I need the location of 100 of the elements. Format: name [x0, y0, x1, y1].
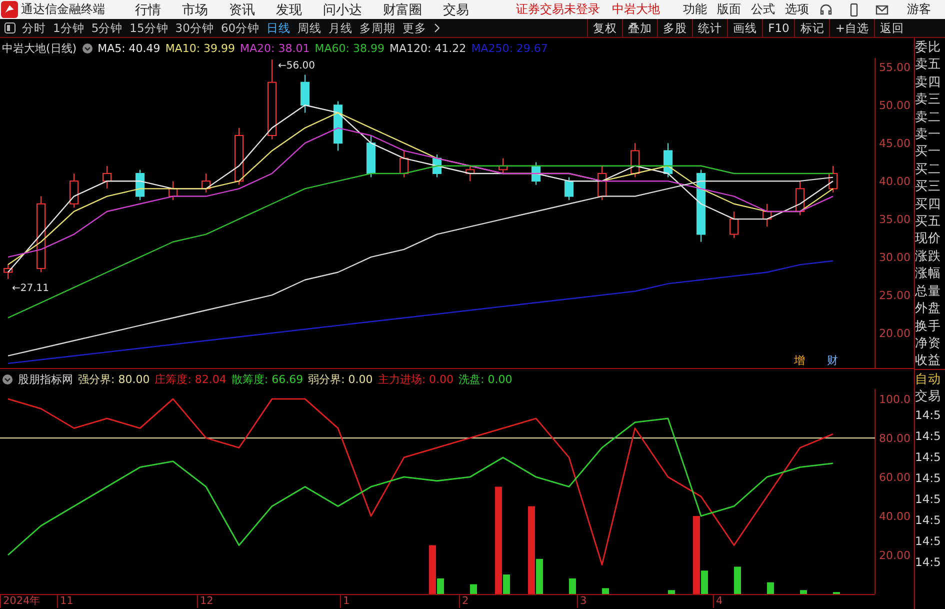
quote-label: 买五 [915, 212, 942, 230]
mail-icon[interactable] [875, 2, 889, 16]
date-axis-label: 12 [197, 595, 340, 608]
price-axis-label: 45.00 [879, 137, 910, 150]
quote-label: 收益 [915, 351, 942, 369]
menu-item[interactable]: 版面 [717, 1, 741, 18]
trade-time: 14:5 [915, 512, 942, 529]
candlestick [598, 165, 606, 201]
trade-time: 14:5 [915, 490, 942, 508]
indicator-axis-label: 60.00 [879, 470, 910, 484]
toolbar-button[interactable]: 叠加 [622, 19, 658, 37]
date-axis-label: 2 [459, 595, 577, 608]
toolbar-button[interactable]: 标记 [794, 19, 830, 37]
chevron-down-icon[interactable] [2, 374, 13, 384]
menu-item[interactable]: 行情 [135, 0, 161, 18]
indicator-axis-label: 40.00 [879, 510, 910, 523]
price-axis-label: 50.00 [879, 99, 910, 112]
period-tab[interactable]: 周线 [298, 20, 322, 36]
menu-item[interactable]: 交易 [443, 0, 469, 18]
trade-time: 14:5 [915, 428, 942, 445]
panel-toggle-icon[interactable] [4, 22, 16, 34]
candlestick [498, 158, 508, 174]
candlestick [730, 210, 738, 239]
indicator-bar [569, 578, 576, 594]
headset-icon[interactable] [819, 2, 833, 16]
date-axis-label: 2024年 [0, 595, 57, 608]
period-tab[interactable]: 5分钟 [91, 20, 123, 36]
indicator-bar [767, 582, 774, 594]
quote-label: 买一 [915, 142, 942, 160]
candlestick [102, 165, 112, 190]
candlestick [828, 165, 838, 193]
quote-label: 换手 [915, 316, 942, 334]
menu-item[interactable]: 选项 [785, 1, 809, 18]
candlestick [366, 135, 376, 178]
price-axis-label: 30.00 [879, 251, 910, 264]
trade-time: 14:5 [915, 532, 942, 550]
quote-label: 卖五 [915, 55, 942, 73]
quote-label: 现价 [915, 229, 942, 247]
toolbar-button[interactable]: 复权 [587, 19, 622, 37]
menu-item[interactable]: 公式 [751, 1, 775, 18]
period-tab[interactable]: 日线 [266, 20, 291, 36]
candlestick [432, 154, 442, 178]
legend-value: MA10: 39.99 [165, 42, 236, 54]
period-tab[interactable]: 更多 [402, 20, 427, 36]
mode-label[interactable]: 自动 [915, 370, 945, 388]
status-notice[interactable]: 证券交易未登录 [516, 1, 600, 18]
chevron-right-icon[interactable] [434, 23, 440, 33]
event-marker[interactable]: 财 [827, 354, 838, 367]
menu-item[interactable]: 资讯 [229, 0, 255, 18]
legend-value: 庄筹度: 82.04 [154, 372, 226, 386]
candlestick [796, 180, 804, 216]
indicator-title: 股朋指标网 [18, 372, 73, 386]
indicator-bar [470, 584, 477, 594]
menu-item[interactable]: 发现 [276, 0, 302, 18]
period-tab[interactable]: 30分钟 [175, 20, 214, 36]
quote-label: 外盘 [915, 299, 942, 316]
event-marker[interactable]: 增 [794, 354, 805, 367]
period-tab[interactable]: 1分钟 [53, 20, 84, 36]
candlestick [300, 74, 310, 114]
high-price-label: ←56.00 [278, 60, 316, 72]
candlestick [4, 264, 12, 280]
toolbar-button[interactable]: +自选 [829, 19, 874, 37]
candlestick [234, 127, 244, 186]
period-tab[interactable]: 分时 [22, 20, 46, 36]
legend-value: MA120: 41.22 [389, 42, 466, 54]
candlestick [532, 162, 540, 186]
quote-label: 总量 [915, 282, 942, 300]
period-tab[interactable]: 15分钟 [130, 20, 168, 36]
menu-item[interactable]: 问小达 [323, 0, 362, 18]
menu-item[interactable]: 市场 [182, 0, 208, 18]
period-tab[interactable]: 月线 [328, 20, 353, 36]
user-label[interactable]: 游客 [907, 1, 931, 18]
quote-label: 卖三 [915, 90, 942, 108]
trade-time: 14:5 [915, 470, 942, 487]
period-tab[interactable]: 60分钟 [220, 20, 260, 36]
quote-label: 涨幅 [915, 264, 942, 282]
toolbar-button[interactable]: 返回 [874, 19, 909, 37]
candlestick [334, 100, 342, 152]
quote-label: 卖二 [915, 108, 942, 126]
candlestick [70, 173, 78, 208]
chevron-down-icon[interactable] [82, 42, 93, 54]
quote-label: 涨跌 [915, 246, 942, 264]
candlestick [762, 203, 772, 228]
candlestick [564, 176, 574, 201]
period-tab[interactable]: 多周期 [360, 20, 396, 36]
candlestick [466, 165, 474, 182]
candlestick [168, 180, 178, 201]
status-notice[interactable]: 中岩大地 [612, 1, 660, 18]
toolbar-button[interactable]: 统计 [692, 19, 728, 37]
indicator-bar [734, 566, 741, 594]
toolbar-button[interactable]: F10 [762, 19, 794, 37]
menu-item[interactable]: 功能 [683, 1, 707, 18]
quote-label: 卖四 [915, 72, 942, 90]
legend-value: MA5: 40.49 [98, 42, 160, 54]
quote-label: 卖一 [915, 125, 942, 142]
toolbar-button[interactable]: 多股 [657, 19, 692, 37]
quote-label: 买二 [915, 160, 942, 178]
toolbar-button[interactable]: 画线 [727, 19, 762, 37]
menu-item[interactable]: 财富圈 [383, 0, 422, 18]
price-axis-label: 55.00 [879, 61, 910, 74]
